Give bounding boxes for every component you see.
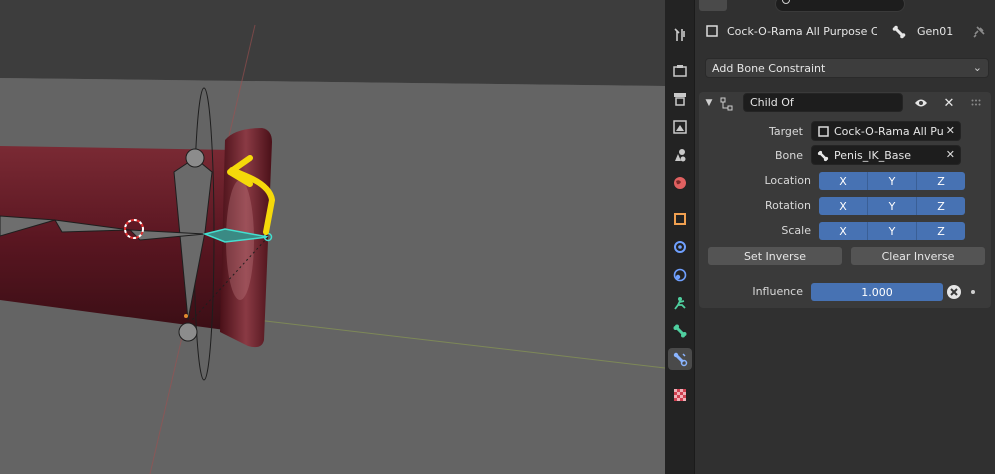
set-inverse-button[interactable]: Set Inverse [708,247,842,265]
scale-label: Scale [781,224,811,237]
texture-icon [674,389,686,401]
eye-icon[interactable] [913,95,929,111]
bone-name[interactable]: Gen01 [917,25,953,38]
location-toggles: X Y Z [819,172,965,190]
tool-icon [674,28,685,41]
rotation-x-toggle[interactable]: X [819,197,868,215]
add-bone-constraint-dropdown[interactable]: Add Bone Constraint ⌄ [705,58,989,78]
tab-object-constraints[interactable] [668,292,692,314]
tab-scene[interactable] [668,144,692,166]
pin-icon[interactable] [971,24,987,40]
view-layer-icon [673,120,687,134]
tab-render[interactable] [668,60,692,82]
scale-y-toggle[interactable]: Y [868,222,917,240]
location-label: Location [764,174,811,187]
tab-physics[interactable] [668,264,692,286]
drag-handle-icon[interactable] [969,96,983,110]
scale-toggles: X Y Z [819,222,965,240]
tab-tool[interactable] [668,24,692,46]
bone-value: Penis_IK_Base [834,148,912,162]
properties-editor: Cock-O-Rama All Purpose C... Gen01 Add B… [665,0,995,474]
scale-z-toggle[interactable]: Z [917,222,965,240]
properties-top-strip [695,0,995,14]
bone-label: Bone [774,149,803,162]
bone-icon [816,149,830,163]
context-breadcrumb: Cock-O-Rama All Purpose C... Gen01 [695,18,995,46]
constraint-name-field[interactable]: Child Of [743,93,903,112]
disable-keep-transform-icon[interactable] [945,283,963,301]
render-icon [673,65,687,77]
clear-bone-icon[interactable]: ✕ [946,148,955,161]
bone-icon [673,324,687,338]
rotation-z-toggle[interactable]: Z [917,197,965,215]
tab-modifiers[interactable] [668,236,692,258]
clear-target-icon[interactable]: ✕ [946,124,955,137]
rotation-label: Rotation [764,199,811,212]
background-wall [0,0,665,86]
rotation-y-toggle[interactable]: Y [868,197,917,215]
chevron-down-icon: ⌄ [972,61,982,74]
tab-output[interactable] [668,88,692,110]
tab-object[interactable] [668,208,692,230]
scale-x-toggle[interactable]: X [819,222,868,240]
location-y-toggle[interactable]: Y [868,172,917,190]
constraint-header: ▼ Child Of ✕ [699,92,991,116]
influence-slider[interactable]: 1.000 [811,283,943,301]
search-icon [782,0,790,4]
armature-object-icon [705,24,719,38]
target-value: Cock-O-Rama All Pu... [834,124,944,138]
child-of-constraint-panel: ▼ Child Of ✕ Target Cock-O-Rama All Pu..… [699,92,991,308]
bone-field[interactable]: Penis_IK_Base ✕ [811,145,961,165]
tab-texture[interactable] [668,384,692,406]
viewport-scene[interactable] [0,0,665,474]
location-z-toggle[interactable]: Z [917,172,965,190]
object-icon [817,125,829,137]
keyframe-dot-icon[interactable] [969,288,977,296]
output-icon [674,93,686,106]
modifiers-icon [674,241,686,253]
editor-type-button[interactable] [699,0,727,11]
tab-world[interactable] [668,172,692,194]
3d-viewport[interactable] [0,0,665,474]
scene-icon [675,149,686,162]
clear-inverse-button[interactable]: Clear Inverse [851,247,985,265]
tab-view-layer[interactable] [668,116,692,138]
collapse-arrow-icon[interactable]: ▼ [703,96,715,110]
tab-bone-constraints[interactable] [668,348,692,370]
target-field[interactable]: Cock-O-Rama All Pu... ✕ [811,121,961,141]
bone-constraints-icon [673,352,688,367]
object-constraints-icon [674,297,686,310]
bone-icon [891,24,907,40]
tab-bone[interactable] [668,320,692,342]
target-label: Target [768,125,803,138]
object-icon [674,213,686,225]
location-x-toggle[interactable]: X [819,172,868,190]
search-input[interactable] [775,0,905,12]
rotation-toggles: X Y Z [819,197,965,215]
child-of-constraint-icon [719,96,735,112]
world-icon [674,177,686,189]
add-bone-constraint-label: Add Bone Constraint [712,61,826,75]
influence-label: Influence [752,285,803,298]
properties-content: Cock-O-Rama All Purpose C... Gen01 Add B… [695,14,995,474]
physics-icon [673,268,687,282]
object-name[interactable]: Cock-O-Rama All Purpose C... [727,25,877,38]
close-icon[interactable]: ✕ [941,95,957,111]
properties-tab-bar [665,0,695,474]
